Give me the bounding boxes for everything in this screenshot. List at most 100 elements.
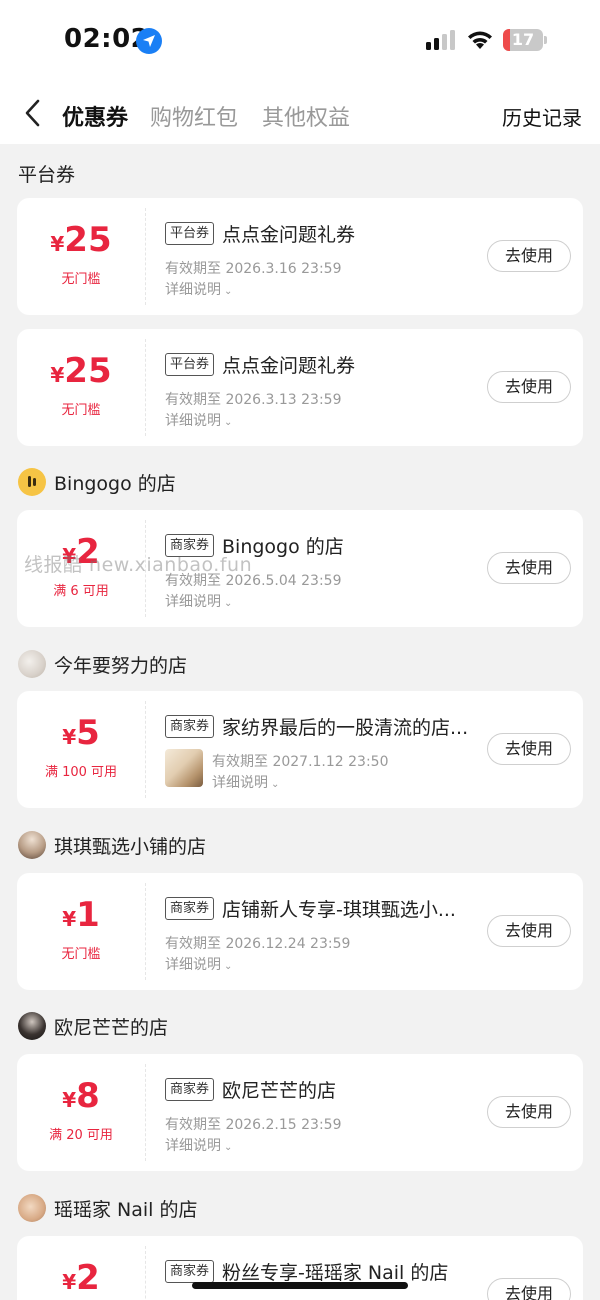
coupon-amount: 2 [76,1258,100,1298]
use-coupon-button[interactable]: 去使用 [487,1278,571,1300]
shop-avatar [18,650,46,678]
details-label: 详细说明 [212,775,268,791]
coupon-title: 家纺界最后的一股清流的店... [222,717,469,739]
section-title-shop[interactable]: 瑶瑶家 Nail 的店 [18,1193,198,1223]
coupon-title: 粉丝专享-瑶瑶家 Nail 的店 [222,1262,449,1284]
coupon-title: 欧尼芒芒的店 [222,1080,337,1102]
coupon-card: ¥2 商家券 粉丝专享-瑶瑶家 Nail 的店 去使用 [17,1236,583,1300]
coupon-value: ¥25 无门槛 [17,329,145,446]
section-title-shop[interactable]: 琪琪甄选小铺的店 [18,830,206,860]
details-label: 详细说明 [165,957,221,973]
yen-symbol: ¥ [62,1088,77,1112]
use-coupon-button[interactable]: 去使用 [487,1096,571,1128]
coupon-title: 点点金问题礼券 [222,355,356,377]
coupon-condition: 满 100 可用 [44,765,118,780]
section-title-platform: 平台券 [18,158,75,188]
tab-shopping-red-packet[interactable]: 购物红包 [150,100,238,132]
coupon-condition: 无门槛 [61,403,101,418]
details-label: 详细说明 [165,413,221,429]
coupon-amount: 8 [76,1076,100,1116]
chevron-down-icon: ⌄ [224,961,233,972]
coupon-amount: 1 [76,895,100,935]
chevron-down-icon: ⌄ [224,417,233,428]
coupon-title: 点点金问题礼券 [222,224,356,246]
coupon-tag: 商家券 [165,1078,215,1101]
shop-avatar [18,1194,46,1222]
shop-avatar [18,831,46,859]
coupon-condition: 满 20 可用 [49,1128,113,1143]
yen-symbol: ¥ [62,1270,77,1294]
coupon-condition: 无门槛 [61,947,101,962]
battery-level: 17 [511,30,535,49]
wifi-icon [468,31,492,49]
details-label: 详细说明 [165,594,221,610]
coupon-condition: 无门槛 [61,272,101,287]
yen-symbol: ¥ [50,363,65,387]
details-toggle[interactable]: 详细说明 ⌄ [165,410,232,430]
use-coupon-button[interactable]: 去使用 [487,915,571,947]
shop-name: 琪琪甄选小铺的店 [54,835,207,858]
use-coupon-button[interactable]: 去使用 [487,240,571,272]
section-title-shop[interactable]: 今年要努力的店 [18,649,187,679]
coupon-card: ¥1 无门槛 商家券 店铺新人专享-琪琪甄选小... 有效期至 2026.12.… [17,873,583,990]
signal-icon [426,30,455,50]
use-coupon-button[interactable]: 去使用 [487,733,571,765]
shop-name: 今年要努力的店 [54,654,188,677]
coupon-value: ¥5 满 100 可用 [17,691,145,808]
coupon-card: ¥25 无门槛 平台券 点点金问题礼券 有效期至 2026.3.13 23:59… [17,329,583,446]
details-label: 详细说明 [165,282,221,298]
coupon-expiry: 有效期至 2027.1.12 23:50 [212,754,389,770]
details-toggle[interactable]: 详细说明 ⌄ [165,954,232,974]
coupon-tag: 平台券 [165,222,215,245]
coupon-value: ¥2 [17,1236,145,1300]
details-label: 详细说明 [165,1138,221,1154]
coupon-expiry: 有效期至 2026.3.16 23:59 [165,261,342,277]
coupon-card: ¥25 无门槛 平台券 点点金问题礼券 有效期至 2026.3.16 23:59… [17,198,583,315]
section-title-shop[interactable]: Bingogo 的店 [18,467,176,497]
shop-avatar [18,1012,46,1040]
tab-coupons[interactable]: 优惠券 [62,100,128,132]
coupon-tag: 商家券 [165,1260,215,1283]
back-chevron-icon[interactable] [22,98,44,128]
use-coupon-button[interactable]: 去使用 [487,552,571,584]
coupon-title: Bingogo 的店 [222,536,344,558]
top-nav: 优惠券 购物红包 其他权益 历史记录 [0,80,600,144]
details-toggle[interactable]: 详细说明 ⌄ [165,591,232,611]
chevron-down-icon: ⌄ [224,286,233,297]
coupon-tag: 商家券 [165,715,215,738]
coupon-card: ¥5 满 100 可用 商家券 家纺界最后的一股清流的店... 有效期至 202… [17,691,583,808]
coupon-tag: 平台券 [165,353,215,376]
coupon-expiry: 有效期至 2026.3.13 23:59 [165,392,342,408]
details-toggle[interactable]: 详细说明 ⌄ [165,279,232,299]
location-arrow-icon [136,28,162,54]
coupon-card: ¥8 满 20 可用 商家券 欧尼芒芒的店 有效期至 2026.2.15 23:… [17,1054,583,1171]
coupon-value: ¥8 满 20 可用 [17,1054,145,1171]
history-link[interactable]: 历史记录 [502,102,582,131]
chevron-down-icon: ⌄ [271,779,280,790]
use-coupon-button[interactable]: 去使用 [487,371,571,403]
yen-symbol: ¥ [62,907,77,931]
shop-name: Bingogo 的店 [54,472,176,495]
watermark: 线报酷 new.xianbao.fun [24,554,253,576]
coupon-amount: 25 [64,351,112,391]
tab-other-benefits[interactable]: 其他权益 [262,100,350,132]
status-bar: 02:02 17 [0,0,600,80]
section-title-shop[interactable]: 欧尼芒芒的店 [18,1011,168,1041]
chevron-down-icon: ⌄ [224,598,233,609]
home-indicator[interactable] [192,1282,408,1289]
details-toggle[interactable]: 详细说明 ⌄ [212,772,279,792]
coupon-title: 店铺新人专享-琪琪甄选小... [222,899,456,921]
shop-name: 欧尼芒芒的店 [54,1016,169,1039]
coupon-expiry: 有效期至 2026.2.15 23:59 [165,1117,342,1133]
coupon-value: ¥25 无门槛 [17,198,145,315]
coupon-amount: 25 [64,220,112,260]
product-thumbnail [165,749,203,787]
shop-avatar [18,468,46,496]
yen-symbol: ¥ [50,232,65,256]
yen-symbol: ¥ [62,725,77,749]
coupon-amount: 5 [76,713,100,753]
coupon-value: ¥1 无门槛 [17,873,145,990]
details-toggle[interactable]: 详细说明 ⌄ [165,1135,232,1155]
coupon-condition: 满 6 可用 [53,584,109,599]
coupon-expiry: 有效期至 2026.12.24 23:59 [165,936,351,952]
